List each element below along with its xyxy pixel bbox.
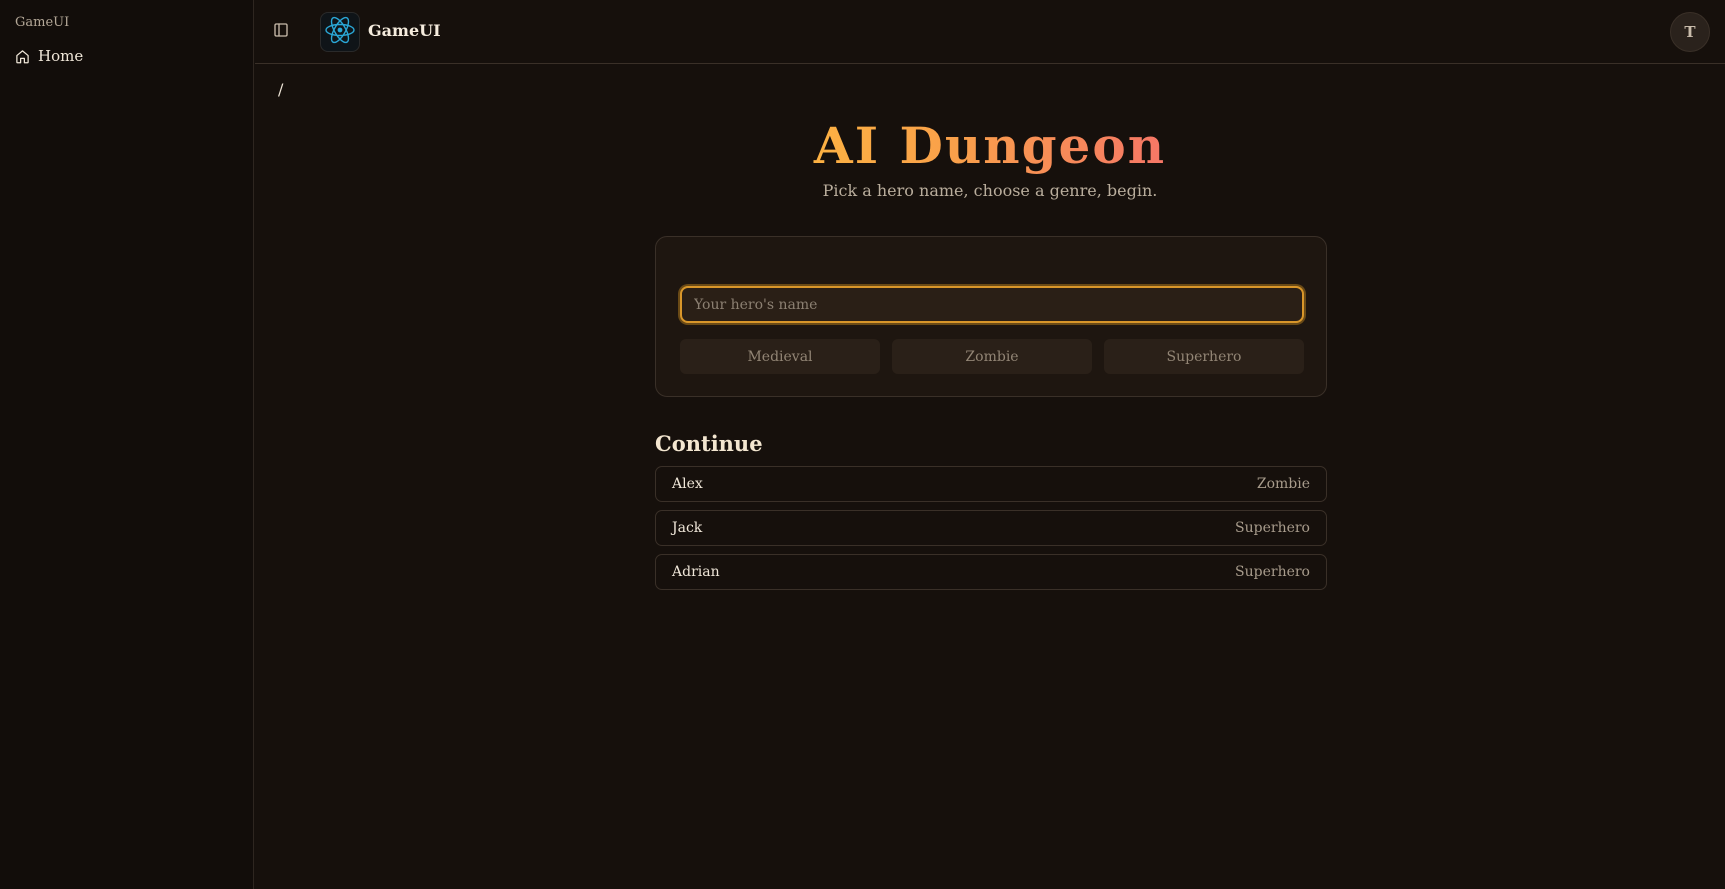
sidebar-item-home[interactable]: Home: [15, 45, 83, 67]
saved-game-item[interactable]: Jack Superhero: [655, 510, 1327, 546]
breadcrumb: /: [278, 80, 284, 99]
react-atom-icon: [324, 14, 356, 50]
genre-selector: Medieval Zombie Superhero: [680, 339, 1304, 374]
page-subtitle: Pick a hero name, choose a genre, begin.: [822, 181, 1158, 200]
saved-game-item[interactable]: Adrian Superhero: [655, 554, 1327, 590]
avatar[interactable]: T: [1670, 12, 1710, 52]
saved-game-genre: Zombie: [1256, 476, 1310, 492]
continue-heading: Continue: [655, 431, 763, 456]
saved-game-name: Alex: [672, 476, 703, 492]
sidebar-toggle-button[interactable]: [270, 21, 292, 43]
new-game-card: Medieval Zombie Superhero: [655, 236, 1327, 397]
saved-game-name: Jack: [672, 520, 703, 536]
genre-zombie-button[interactable]: Zombie: [892, 339, 1092, 374]
sidebar-toggle-icon: [273, 22, 289, 42]
genre-medieval-button[interactable]: Medieval: [680, 339, 880, 374]
saved-games-list: Alex Zombie Jack Superhero Adrian Superh…: [655, 466, 1327, 590]
sidebar-brand: GameUI: [15, 15, 70, 30]
saved-game-genre: Superhero: [1235, 564, 1310, 580]
sidebar-item-label: Home: [38, 47, 84, 65]
sidebar: GameUI Home: [0, 0, 254, 889]
genre-superhero-button[interactable]: Superhero: [1104, 339, 1304, 374]
top-bar: GameUI T: [255, 0, 1725, 64]
saved-game-name: Adrian: [672, 564, 720, 580]
saved-game-item[interactable]: Alex Zombie: [655, 466, 1327, 502]
app-title: GameUI: [368, 21, 441, 40]
app-logo: [320, 12, 360, 52]
page-title: AI Dungeon Adventure: [655, 116, 1325, 235]
home-icon: [15, 49, 30, 64]
hero-name-input[interactable]: [680, 286, 1304, 323]
saved-game-genre: Superhero: [1235, 520, 1310, 536]
